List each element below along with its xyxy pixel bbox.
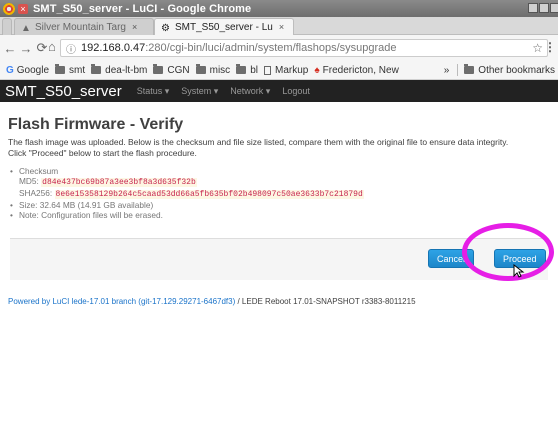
- menu-status[interactable]: Status ▾: [137, 86, 170, 97]
- menu-network[interactable]: Network ▾: [230, 86, 270, 97]
- window-minimize-button[interactable]: [528, 3, 538, 13]
- address-bar[interactable]: ⓘ 192.168.0.47 :280/cgi-bin/luci/admin/s…: [60, 39, 548, 57]
- chrome-app-icon: [3, 2, 15, 15]
- bookmark-label: CGN: [167, 64, 190, 76]
- bookmark-smt[interactable]: smt: [55, 64, 86, 76]
- bookmarks-bar: G Google smt dea-lt-bm CGN misc bl Markup…: [0, 61, 558, 80]
- bookmarks-overflow-button[interactable]: »: [444, 65, 450, 76]
- tab-smt-server[interactable]: ⚙ SMT_S50_server - Lu ×: [154, 18, 294, 35]
- folder-icon: [55, 64, 66, 74]
- md5-value: d84e437bc69b87a3ee3bf8a3d635f32b: [41, 178, 197, 187]
- folder-icon: [153, 64, 164, 74]
- page-description: The flash image was uploaded. Below is t…: [8, 137, 548, 159]
- sha256-row: SHA256: 8e6e15358129b264c5caad53dd66a5fb…: [10, 188, 364, 200]
- tab-label: Silver Mountain Targ: [35, 21, 126, 33]
- bookmark-label: misc: [209, 64, 231, 76]
- window-maximize-button[interactable]: [539, 3, 549, 13]
- bookmark-label: Google: [16, 64, 50, 76]
- bookmark-label: smt: [69, 64, 86, 76]
- checksum-item: Checksum: [10, 166, 364, 176]
- description-line: Click "Proceed" below to start the flash…: [8, 148, 197, 158]
- navigation-bar: ← → ⟳ ⓘ 192.168.0.47 :280/cgi-bin/luci/a…: [0, 35, 558, 61]
- window-close-button[interactable]: [550, 3, 558, 13]
- page-icon: [263, 65, 271, 75]
- tab-silver-mountain[interactable]: ▲ Silver Mountain Targ ×: [14, 18, 154, 35]
- bookmark-cgn[interactable]: CGN: [153, 64, 190, 76]
- home-icon[interactable]: ⌂: [48, 39, 56, 54]
- divider: [457, 64, 459, 76]
- url-host: 192.168.0.47: [81, 42, 146, 54]
- md5-label: MD5:: [19, 176, 39, 186]
- bookmark-label: Fredericton, New: [322, 64, 399, 76]
- folder-icon: [195, 64, 206, 74]
- footer-version: / LEDE Reboot 17.01-SNAPSHOT r3383-80112…: [235, 297, 416, 306]
- bookmark-dea-lt-bm[interactable]: dea-lt-bm: [91, 64, 148, 76]
- tab-close-icon[interactable]: ×: [132, 22, 137, 32]
- highlight-circle: [462, 223, 554, 281]
- folder-icon: [91, 64, 102, 74]
- bookmark-google[interactable]: G Google: [6, 65, 49, 76]
- menu-system[interactable]: System ▾: [181, 86, 218, 97]
- size-item: Size: 32.64 MB (14.91 GB available): [10, 200, 364, 210]
- mouse-pointer-icon: [513, 264, 525, 278]
- bookmark-label: dea-lt-bm: [105, 64, 148, 76]
- bookmark-label: bl: [250, 64, 258, 76]
- back-arrow-icon[interactable]: ←: [2, 41, 18, 56]
- tab-label: SMT_S50_server - Lu: [175, 21, 273, 33]
- menu-logout[interactable]: Logout: [282, 86, 310, 96]
- url-path: :280/cgi-bin/luci/admin/system/flashops/…: [145, 42, 397, 54]
- description-line: The flash image was uploaded. Below is t…: [8, 137, 509, 147]
- maple-leaf-icon: ♠: [314, 64, 320, 76]
- bookmark-fredericton[interactable]: ♠ Fredericton, New: [314, 65, 398, 76]
- window-title: SMT_S50_server - LuCI - Google Chrome: [33, 2, 252, 15]
- luci-brand[interactable]: SMT_S50_server: [5, 83, 122, 100]
- image-info-list: Checksum MD5: d84e437bc69b87a3ee3bf8a3d6…: [10, 166, 364, 220]
- bookmark-label: Other bookmarks: [478, 64, 555, 76]
- sha256-label: SHA256:: [19, 188, 53, 198]
- gear-icon: ⚙: [161, 22, 170, 34]
- checksum-label: Checksum: [19, 166, 59, 176]
- page-title: Flash Firmware - Verify: [8, 116, 184, 133]
- mountain-icon: ▲: [21, 22, 31, 34]
- bookmark-other[interactable]: Other bookmarks: [464, 64, 555, 76]
- folder-icon: [236, 64, 247, 74]
- info-icon[interactable]: ⓘ: [66, 41, 78, 56]
- folder-icon: [464, 64, 475, 74]
- chrome-menu-icon[interactable]: ⋮: [544, 40, 556, 54]
- md5-row: MD5: d84e437bc69b87a3ee3bf8a3d635f32b: [10, 176, 364, 188]
- bookmark-star-icon[interactable]: ☆: [532, 41, 543, 55]
- footer: Powered by LuCI lede-17.01 branch (git-1…: [8, 297, 416, 306]
- luci-link[interactable]: Powered by LuCI lede-17.01 branch (git-1…: [8, 297, 235, 306]
- bookmark-label: Markup: [274, 64, 309, 76]
- apps-tab-icon[interactable]: [2, 18, 12, 35]
- google-icon: G: [6, 64, 14, 76]
- tab-close-icon[interactable]: ×: [279, 22, 284, 32]
- tab-strip: ▲ Silver Mountain Targ × ⚙ SMT_S50_serve…: [0, 17, 558, 35]
- forward-arrow-icon[interactable]: →: [18, 41, 34, 56]
- window-titlebar: × SMT_S50_server - LuCI - Google Chrome: [0, 0, 558, 17]
- window-close-icon[interactable]: ×: [18, 3, 28, 14]
- luci-header: SMT_S50_server Status ▾ System ▾ Network…: [0, 80, 558, 102]
- bookmark-markup[interactable]: Markup: [263, 64, 309, 76]
- bookmark-misc[interactable]: misc: [195, 64, 231, 76]
- note-item: Note: Configuration files will be erased…: [10, 210, 364, 220]
- bookmark-bl[interactable]: bl: [236, 64, 258, 76]
- sha256-value: 8e6e15358129b264c5caad53dd66a5fb635bf02b…: [54, 190, 364, 199]
